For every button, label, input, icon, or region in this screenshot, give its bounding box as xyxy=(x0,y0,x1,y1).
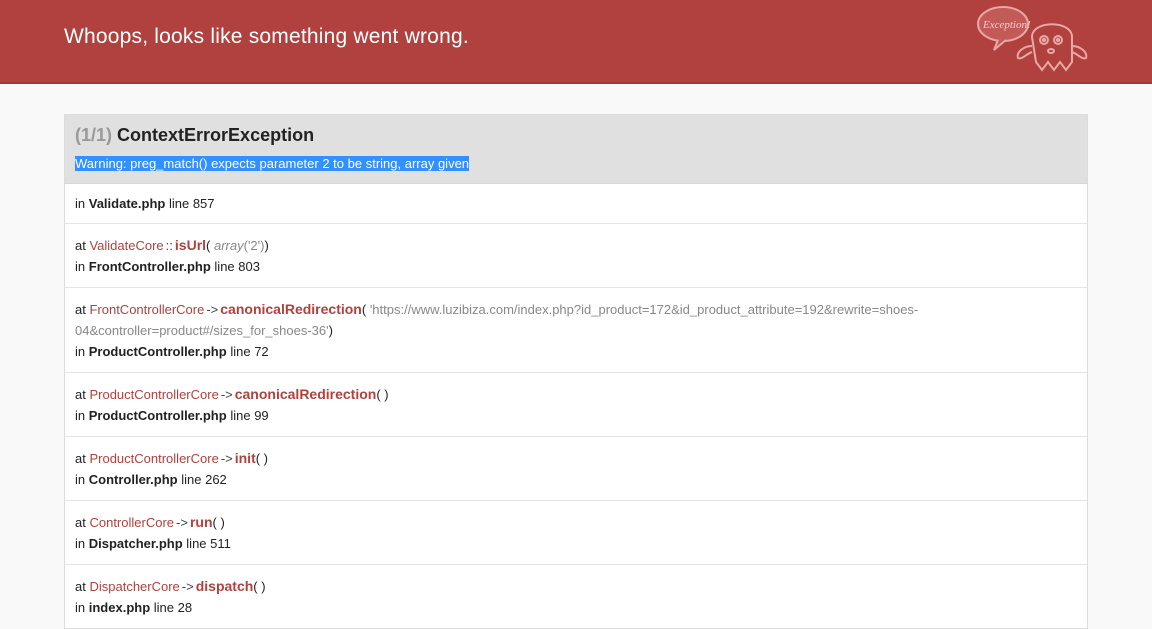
function-name[interactable]: canonicalRedirection xyxy=(220,301,362,317)
at-label: at xyxy=(75,451,86,466)
line-number: 803 xyxy=(238,259,260,274)
call-type: -> xyxy=(206,302,219,317)
exception-panel: (1/1) ContextErrorException Warning: pre… xyxy=(64,114,1088,629)
call-type: -> xyxy=(176,515,188,530)
exception-count: (1/1) xyxy=(75,125,113,145)
call-type: -> xyxy=(220,451,233,466)
in-label: in xyxy=(75,536,86,551)
class-name[interactable]: ProductControllerCore xyxy=(89,387,218,402)
in-label: in xyxy=(75,472,86,487)
class-name[interactable]: ValidateCore xyxy=(89,238,163,253)
exception-title: (1/1) ContextErrorException xyxy=(75,125,1077,146)
at-label: at xyxy=(75,387,86,402)
exception-name: ContextErrorException xyxy=(117,125,315,145)
in-label: in xyxy=(75,600,86,615)
file-name: Validate.php xyxy=(88,196,166,211)
stack-frame: at ValidateCore:: isUrl( array('2')) in F… xyxy=(65,223,1087,287)
at-label: at xyxy=(75,302,86,317)
file-name: FrontController.php xyxy=(88,259,211,274)
stack-frame: at ControllerCore -> run( ) in Dispatcher.… xyxy=(65,500,1087,564)
line-number: 262 xyxy=(205,472,227,487)
class-name[interactable]: DispatcherCore xyxy=(89,579,179,594)
stack-frame: at FrontControllerCore -> canonicalRedirec… xyxy=(65,287,1087,372)
stack-frame: at ProductControllerCore -> canonicalRedir… xyxy=(65,372,1087,436)
file-name: index.php xyxy=(88,600,151,615)
line-number: 72 xyxy=(254,344,269,359)
file-name: ProductController.php xyxy=(88,408,227,423)
page-title: Whoops, looks like something went wrong. xyxy=(64,25,469,48)
line-label: line xyxy=(186,536,207,551)
call-type: :: xyxy=(165,238,173,253)
file-name: Controller.php xyxy=(88,472,178,487)
ghost-exception-icon: Exception! xyxy=(977,6,1088,72)
line-number: 28 xyxy=(177,600,193,615)
line-label: line xyxy=(153,600,175,615)
function-name[interactable]: init xyxy=(235,450,256,466)
origin-frame: in Validate.php line 857 xyxy=(65,184,1087,223)
line-label: line xyxy=(230,344,251,359)
exception-message[interactable]: Warning: preg_match() expects parameter … xyxy=(75,156,470,171)
stack-frame: at ProductControllerCore -> init( ) in Con… xyxy=(65,436,1087,500)
line-label: line xyxy=(181,472,202,487)
exception-header: (1/1) ContextErrorException Warning: pre… xyxy=(65,115,1087,184)
in-label: in xyxy=(75,344,86,359)
in-label: in xyxy=(75,259,86,274)
line-number: 511 xyxy=(210,536,231,551)
call-type: -> xyxy=(220,387,233,402)
page-header: Whoops, looks like something went wrong.… xyxy=(0,0,1152,84)
line-label: line xyxy=(168,196,190,211)
file-name: Dispatcher.php xyxy=(88,536,183,551)
call-type: -> xyxy=(181,579,194,594)
stack-trace: in Validate.php line 857 at ValidateCore… xyxy=(65,184,1087,628)
class-name[interactable]: ProductControllerCore xyxy=(89,451,218,466)
stack-frame: at DispatcherCore -> dispatch( ) in index.… xyxy=(65,564,1087,628)
function-name[interactable]: run xyxy=(190,514,213,530)
class-name[interactable]: ControllerCore xyxy=(89,515,174,530)
function-name[interactable]: canonicalRedirection xyxy=(235,386,377,402)
at-label: at xyxy=(75,238,86,253)
in-label: in xyxy=(75,408,86,423)
line-label: line xyxy=(230,408,251,423)
line-label: line xyxy=(214,259,235,274)
function-name[interactable]: dispatch xyxy=(196,578,254,594)
line-number: 857 xyxy=(192,196,215,211)
in-label: in xyxy=(75,196,86,211)
class-name[interactable]: FrontControllerCore xyxy=(89,302,204,317)
line-number: 99 xyxy=(254,408,269,423)
at-label: at xyxy=(75,515,86,530)
at-label: at xyxy=(75,579,86,594)
arg-kind: array xyxy=(213,238,244,253)
call-args: ('2') xyxy=(243,238,265,253)
file-name: ProductController.php xyxy=(88,344,227,359)
logo-text: Exception! xyxy=(982,19,1031,31)
function-name[interactable]: isUrl xyxy=(175,237,206,253)
